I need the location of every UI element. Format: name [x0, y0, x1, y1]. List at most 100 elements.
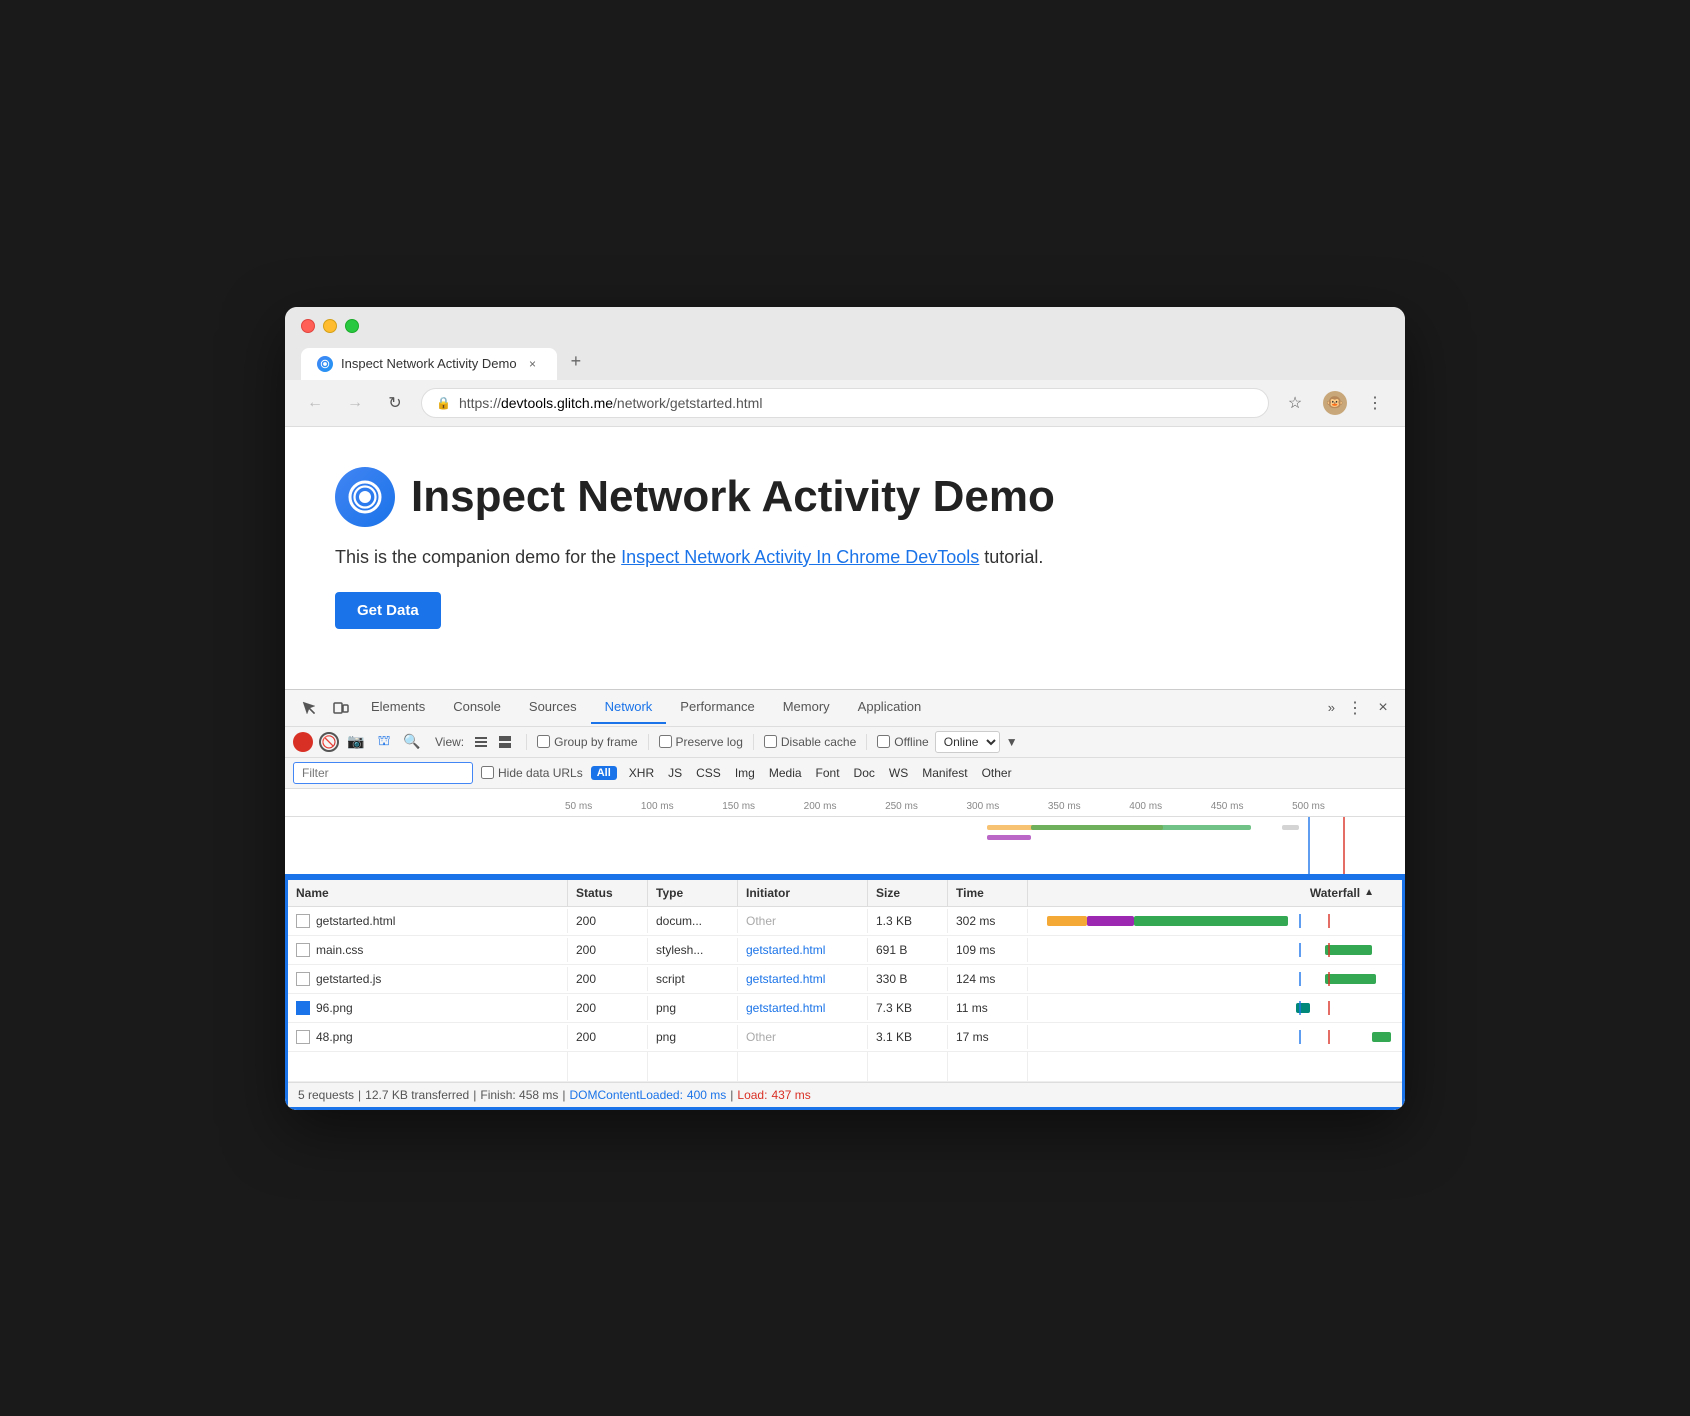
cell-time: 11 ms [948, 996, 1028, 1020]
col-header-status[interactable]: Status [568, 880, 648, 906]
tab-elements[interactable]: Elements [357, 691, 439, 724]
file-icon [296, 943, 310, 957]
back-button[interactable]: ← [301, 389, 329, 417]
disable-cache-checkbox[interactable]: Disable cache [764, 735, 856, 749]
maximize-traffic-light[interactable] [345, 319, 359, 333]
cell-initiator: getstarted.html [738, 938, 868, 962]
devtools-tutorial-link[interactable]: Inspect Network Activity In Chrome DevTo… [621, 547, 979, 567]
col-header-initiator[interactable]: Initiator [738, 880, 868, 906]
cell-name: getstarted.js [288, 967, 568, 991]
url-text: https://devtools.glitch.me/network/getst… [459, 395, 763, 411]
col-header-type[interactable]: Type [648, 880, 738, 906]
browser-tab[interactable]: Inspect Network Activity Demo × [301, 348, 557, 380]
tab-console[interactable]: Console [439, 691, 515, 724]
clear-button[interactable]: 🚫 [319, 732, 339, 752]
sort-arrow: ▲ [1364, 887, 1374, 898]
timeline-ruler: 50 ms 100 ms 150 ms 200 ms 250 ms 300 ms… [285, 789, 1405, 817]
filter-css[interactable]: CSS [692, 765, 725, 781]
filter-ws[interactable]: WS [885, 765, 912, 781]
tab-application[interactable]: Application [844, 691, 936, 724]
traffic-lights [301, 319, 1389, 333]
filter-img[interactable]: Img [731, 765, 759, 781]
inspect-element-icon[interactable] [295, 694, 323, 722]
close-traffic-light[interactable] [301, 319, 315, 333]
cell-time: 302 ms [948, 909, 1028, 933]
new-tab-button[interactable]: + [559, 343, 594, 380]
minimize-traffic-light[interactable] [323, 319, 337, 333]
tab-performance[interactable]: Performance [666, 691, 768, 724]
filter-button[interactable]: ⛫ [373, 731, 395, 753]
filter-media[interactable]: Media [765, 765, 806, 781]
tab-bar: Inspect Network Activity Demo × + [301, 343, 1389, 380]
table-row[interactable]: getstarted.html 200 docum... Other 1.3 K… [288, 907, 1402, 936]
devtools-options-button[interactable]: ⋮ [1341, 694, 1369, 722]
browser-window: Inspect Network Activity Demo × + ← → ↻ … [285, 307, 1405, 1110]
preserve-log-checkbox[interactable]: Preserve log [659, 735, 743, 749]
cell-time: 109 ms [948, 938, 1028, 962]
col-header-name[interactable]: Name [288, 880, 568, 906]
cell-initiator: getstarted.html [738, 967, 868, 991]
col-header-size[interactable]: Size [868, 880, 948, 906]
profile-button[interactable]: 🐵 [1321, 389, 1349, 417]
screenshot-button[interactable]: 📷 [345, 731, 367, 753]
filter-all-badge[interactable]: All [591, 766, 617, 780]
filter-js[interactable]: JS [664, 765, 686, 781]
table-row[interactable]: 48.png 200 png Other 3.1 KB 17 ms [288, 1023, 1402, 1052]
menu-button[interactable]: ⋮ [1361, 389, 1389, 417]
bookmark-button[interactable]: ☆ [1281, 389, 1309, 417]
filter-xhr[interactable]: XHR [625, 765, 658, 781]
throttle-select[interactable]: Online [935, 731, 1000, 753]
empty-row [288, 1052, 1402, 1082]
throttle-arrow[interactable]: ▼ [1006, 735, 1018, 749]
get-data-button[interactable]: Get Data [335, 592, 441, 629]
tab-close-button[interactable]: × [525, 356, 541, 372]
network-panel-highlight: Name Status Type Initiator Size Time Wat… [285, 877, 1405, 1110]
cell-status: 200 [568, 938, 648, 962]
filter-manifest[interactable]: Manifest [918, 765, 971, 781]
group-by-frame-checkbox[interactable]: Group by frame [537, 735, 637, 749]
cell-waterfall [1028, 907, 1402, 935]
filter-other[interactable]: Other [978, 765, 1016, 781]
tab-memory[interactable]: Memory [769, 691, 844, 724]
address-bar: ← → ↻ 🔒 https://devtools.glitch.me/netwo… [285, 380, 1405, 427]
col-header-time[interactable]: Time [948, 880, 1028, 906]
cell-type: docum... [648, 909, 738, 933]
devtools-more-tabs-button[interactable]: » [1322, 692, 1341, 723]
device-toolbar-icon[interactable] [327, 694, 355, 722]
filter-input[interactable] [293, 762, 473, 784]
list-view-icon[interactable] [470, 731, 492, 753]
offline-checkbox[interactable]: Offline [877, 735, 928, 749]
forward-button[interactable]: → [341, 389, 369, 417]
record-button[interactable] [293, 732, 313, 752]
tab-sources[interactable]: Sources [515, 691, 591, 724]
profile-avatar: 🐵 [1323, 391, 1347, 415]
url-bar[interactable]: 🔒 https://devtools.glitch.me/network/get… [421, 388, 1269, 418]
hide-data-urls-checkbox[interactable]: Hide data URLs [481, 766, 583, 780]
tab-network[interactable]: Network [591, 691, 667, 724]
cell-size: 691 B [868, 938, 948, 962]
network-toolbar: 🚫 📷 ⛫ 🔍 View: [285, 727, 1405, 758]
reload-button[interactable]: ↻ [381, 389, 409, 417]
timeline-chart [285, 817, 1405, 877]
devtools-close-button[interactable]: × [1369, 694, 1397, 722]
page-title: Inspect Network Activity Demo [411, 472, 1055, 522]
filter-font[interactable]: Font [812, 765, 844, 781]
search-button[interactable]: 🔍 [401, 731, 423, 753]
requests-count: 5 requests [298, 1088, 354, 1102]
large-view-icon[interactable] [494, 731, 516, 753]
table-row[interactable]: main.css 200 stylesh... getstarted.html … [288, 936, 1402, 965]
view-label: View: [435, 735, 464, 749]
cell-status: 200 [568, 967, 648, 991]
load-value: 437 ms [771, 1088, 810, 1102]
transferred-size: 12.7 KB transferred [365, 1088, 469, 1102]
filter-doc[interactable]: Doc [850, 765, 879, 781]
cell-type: png [648, 996, 738, 1020]
table-row[interactable]: getstarted.js 200 script getstarted.html… [288, 965, 1402, 994]
col-header-waterfall[interactable]: Waterfall ▲ [1028, 880, 1382, 906]
table-row[interactable]: 96.png 200 png getstarted.html 7.3 KB 11… [288, 994, 1402, 1023]
load-label: Load: [737, 1088, 767, 1102]
cell-initiator: Other [738, 909, 868, 933]
cell-status: 200 [568, 996, 648, 1020]
cell-size: 330 B [868, 967, 948, 991]
file-icon [296, 914, 310, 928]
